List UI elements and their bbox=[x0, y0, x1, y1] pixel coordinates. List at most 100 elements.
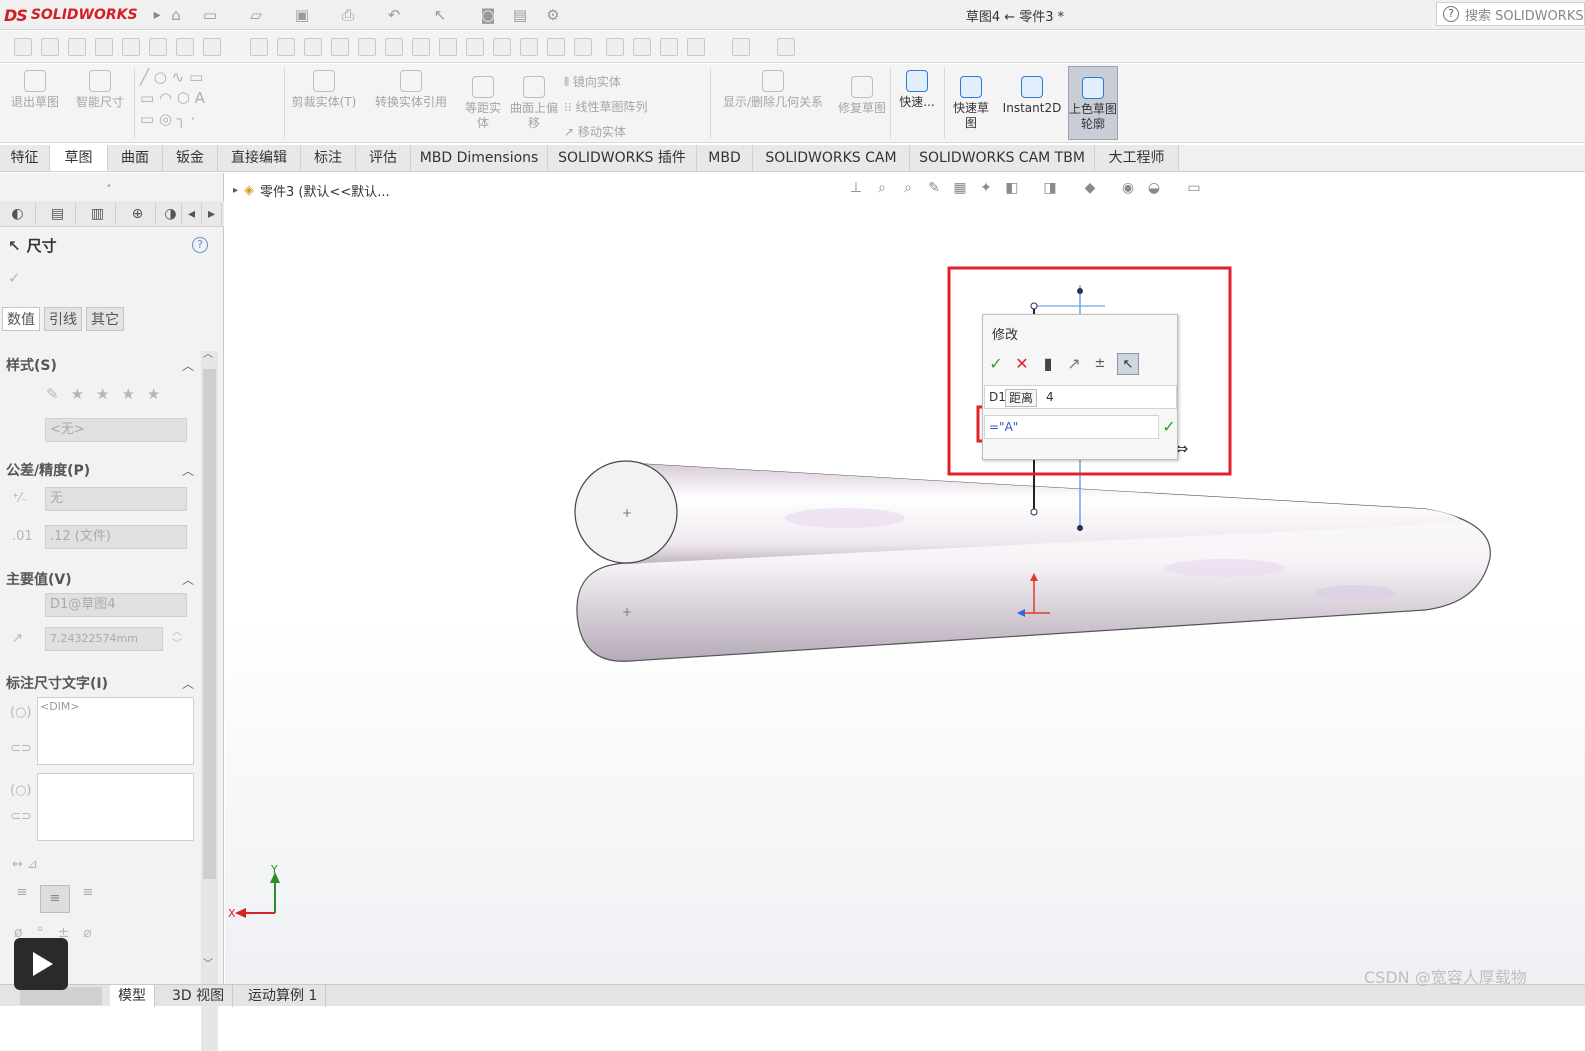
reverse-direction-icon[interactable]: ↗ bbox=[1063, 353, 1085, 375]
align-center-icon[interactable]: ≡ bbox=[40, 885, 70, 913]
primary-value-section-header[interactable]: 主要值(V) bbox=[6, 569, 72, 589]
tab-surfaces[interactable]: 曲面 bbox=[108, 145, 163, 171]
toolbar-icon[interactable] bbox=[606, 38, 624, 56]
quick-snaps-button[interactable]: 快速... bbox=[894, 70, 940, 110]
scroll-down-icon[interactable]: ﹀ bbox=[203, 955, 213, 970]
toolbar-icon[interactable] bbox=[547, 38, 565, 56]
undo-icon[interactable]: ↶ bbox=[384, 5, 404, 25]
rebuild-traffic-light-icon[interactable]: ▮ bbox=[1037, 353, 1059, 375]
subtab-value[interactable]: 数值 bbox=[2, 307, 40, 331]
cancel-cross-icon[interactable]: ✕ bbox=[1011, 353, 1033, 375]
tab-sketch[interactable]: 草图 bbox=[50, 145, 108, 171]
increment-settings-icon[interactable]: ± bbox=[1089, 353, 1111, 375]
text-position-icon[interactable]: (○) bbox=[10, 705, 32, 720]
subtab-leader[interactable]: 引线 bbox=[44, 307, 82, 331]
tab-mbd-dimensions[interactable]: MBD Dimensions bbox=[411, 145, 548, 171]
toolbar-icon[interactable] bbox=[304, 38, 322, 56]
menu-arrow-icon[interactable]: ▸ bbox=[154, 7, 161, 23]
move-entities-button[interactable]: ↗ 移动实体 bbox=[564, 120, 704, 145]
dimension-text-box[interactable]: <DIM> bbox=[37, 697, 194, 765]
primary-name-field[interactable]: D1@草图4 bbox=[45, 593, 187, 617]
toolbar-icon[interactable] bbox=[331, 38, 349, 56]
help-icon[interactable]: ? bbox=[1443, 6, 1459, 22]
video-play-button[interactable] bbox=[14, 938, 68, 990]
file-properties-icon[interactable]: ▤ bbox=[510, 5, 530, 25]
tolerance-section-header[interactable]: 公差/精度(P) bbox=[6, 460, 90, 480]
shaded-sketch-contours-button[interactable]: 上色草图轮廓 bbox=[1068, 66, 1118, 140]
text-position-icon[interactable]: (○) bbox=[10, 783, 32, 798]
toolbar-icon[interactable] bbox=[277, 38, 295, 56]
search-box[interactable]: ? 搜索 SOLIDWORKS bbox=[1436, 2, 1585, 26]
align-right-icon[interactable]: ≡ bbox=[76, 885, 100, 909]
tolerance-type-dropdown[interactable]: 无 bbox=[45, 487, 187, 511]
ok-check-icon[interactable]: ✓ bbox=[985, 353, 1007, 375]
linear-pattern-button[interactable]: ⁝⁝ 线性草图阵列 bbox=[564, 95, 704, 120]
dimension-text-section-header[interactable]: 标注尺寸文字(I) bbox=[6, 673, 108, 693]
tab-mbd[interactable]: MBD bbox=[697, 145, 753, 171]
ok-check-icon[interactable]: ✓ bbox=[8, 269, 21, 287]
link-icon[interactable]: ⊂⊃ bbox=[10, 809, 32, 824]
display-manager-tab-icon[interactable]: ◑ bbox=[160, 203, 182, 225]
tab-engineer[interactable]: 大工程师 bbox=[1095, 145, 1179, 171]
collapse-arrow-icon[interactable]: ︿ bbox=[182, 675, 194, 692]
tab-3d-view[interactable]: 3D 视图 bbox=[164, 985, 234, 1007]
relations-button[interactable]: 显示/删除几何关系 bbox=[714, 70, 832, 110]
options-gear-icon[interactable]: ⚙ bbox=[543, 5, 563, 25]
collapse-arrow-icon[interactable]: ︿ bbox=[182, 571, 194, 588]
tab-sheet-metal[interactable]: 钣金 bbox=[163, 145, 218, 171]
toolbar-icon[interactable] bbox=[385, 38, 403, 56]
panel-grip-icon[interactable]: • bbox=[106, 181, 112, 192]
toolbar-icon[interactable] bbox=[122, 38, 140, 56]
dimension-value-input[interactable]: ="A" bbox=[984, 415, 1159, 439]
align-left-icon[interactable]: ≡ bbox=[10, 885, 34, 909]
toolbar-icon[interactable] bbox=[574, 38, 592, 56]
toolbar-icon[interactable] bbox=[68, 38, 86, 56]
toolbar-icon[interactable] bbox=[466, 38, 484, 56]
toolbar-icon[interactable] bbox=[777, 38, 795, 56]
tab-scroll-left-icon[interactable]: ◂ bbox=[182, 203, 202, 225]
toolbar-icon[interactable] bbox=[633, 38, 651, 56]
toolbar-icon[interactable] bbox=[14, 38, 32, 56]
style-section-header[interactable]: 样式(S) bbox=[6, 355, 57, 375]
collapse-arrow-icon[interactable]: ︿ bbox=[182, 462, 194, 479]
offset-button[interactable]: 等距实体 bbox=[460, 76, 506, 131]
open-folder-icon[interactable]: ▱ bbox=[246, 5, 266, 25]
confirm-check-icon[interactable]: ✓ bbox=[1160, 415, 1178, 439]
graphics-area[interactable]: ▸ ◈ 零件3 (默认<<默认... ⊥ ⌕ ⌕ ✎ ▦ ✦ ◧ ◨ ◆ ◉ ◒… bbox=[225, 173, 1585, 984]
slot-point-fillet-icons[interactable]: ▭ ◎ ╮ · bbox=[140, 112, 272, 127]
sketch-circle[interactable]: + bbox=[574, 460, 678, 564]
home-icon[interactable]: ⌂ bbox=[166, 5, 186, 25]
dimension-name-field[interactable]: D1 4 距离 bbox=[984, 385, 1177, 409]
toolbar-icon[interactable] bbox=[250, 38, 268, 56]
tab-markup[interactable]: 标注 bbox=[301, 145, 356, 171]
toolbar-icon[interactable] bbox=[439, 38, 457, 56]
add-parentheses-icon[interactable]: ↔ ⊿ bbox=[12, 857, 38, 872]
scroll-up-icon[interactable]: ︿ bbox=[203, 345, 213, 360]
toolbar-icon[interactable] bbox=[732, 38, 750, 56]
tab-features[interactable]: 特征 bbox=[0, 145, 50, 171]
scrollbar-thumb[interactable] bbox=[203, 369, 216, 879]
toolbar-icon[interactable] bbox=[41, 38, 59, 56]
primary-value-field[interactable]: 7.24322574mm bbox=[45, 627, 163, 651]
toolbar-icon[interactable] bbox=[149, 38, 167, 56]
toolbar-icon[interactable] bbox=[660, 38, 678, 56]
tab-motion-study[interactable]: 运动算例 1 bbox=[240, 985, 327, 1007]
toolbar-icon[interactable] bbox=[358, 38, 376, 56]
solidworks-logo[interactable]: DS SOLIDWORKS ▸ bbox=[4, 4, 161, 26]
mirror-entities-button[interactable]: ⫴ 镜向实体 bbox=[564, 70, 704, 95]
feature-tree-tab-icon[interactable]: ◐ bbox=[0, 203, 36, 225]
toolbar-icon[interactable] bbox=[412, 38, 430, 56]
tab-evaluate[interactable]: 评估 bbox=[356, 145, 411, 171]
instant2d-button[interactable]: Instant2D bbox=[1000, 76, 1064, 116]
toolbar-icon[interactable] bbox=[520, 38, 538, 56]
print-icon[interactable]: ⎙ bbox=[338, 5, 358, 25]
property-manager-tab-icon[interactable]: ▤ bbox=[40, 203, 76, 225]
rebuild-icon[interactable]: ◙ bbox=[478, 5, 498, 25]
tab-solidworks-addins[interactable]: SOLIDWORKS 插件 bbox=[548, 145, 697, 171]
tab-solidworks-cam-tbm[interactable]: SOLIDWORKS CAM TBM bbox=[910, 145, 1095, 171]
link-icon[interactable]: ⊂⊃ bbox=[10, 741, 32, 756]
new-document-icon[interactable]: ▭ bbox=[200, 5, 220, 25]
style-favorite-icons[interactable]: ✎★★★★ bbox=[46, 385, 172, 403]
configuration-tab-icon[interactable]: ▥ bbox=[80, 203, 116, 225]
subtab-other[interactable]: 其它 bbox=[86, 307, 124, 331]
